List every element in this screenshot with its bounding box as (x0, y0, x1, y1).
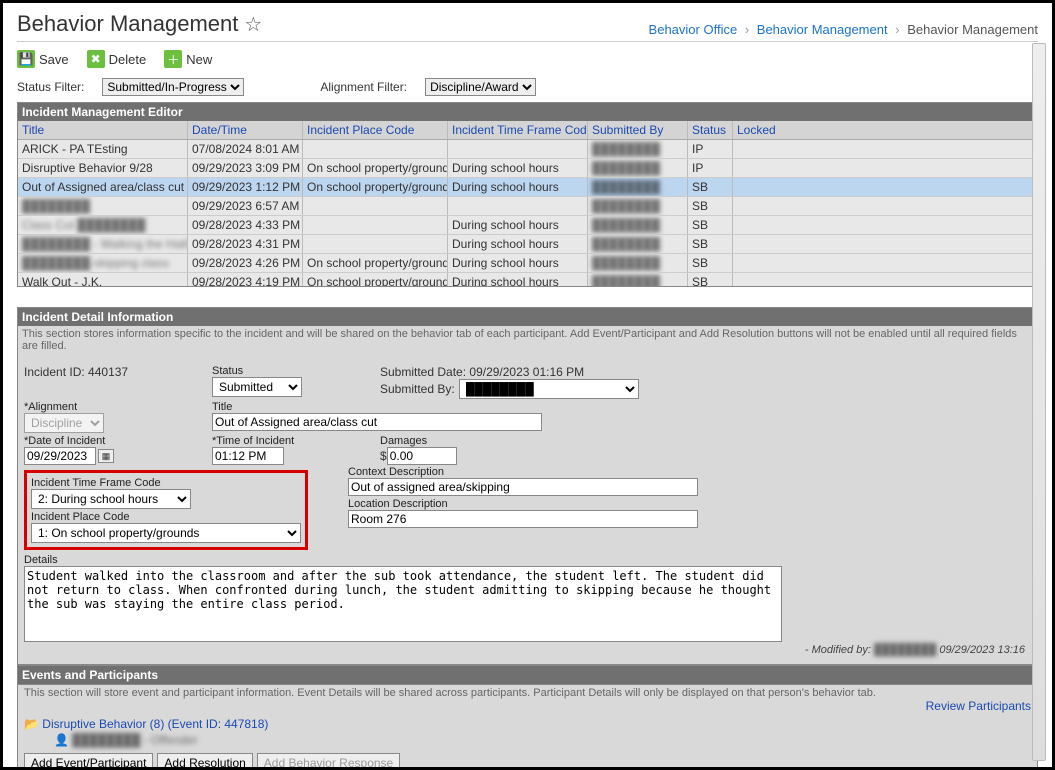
table-row[interactable]: Disruptive Behavior 9/2809/29/2023 3:09 … (18, 159, 1037, 178)
scrollbar[interactable] (1032, 43, 1046, 761)
col-title[interactable]: Title (18, 121, 188, 139)
table-row[interactable]: ████████-skipping class09/28/2023 4:26 P… (18, 254, 1037, 273)
place-code-select[interactable]: 1: On school property/grounds (31, 523, 301, 543)
table-row[interactable]: ████████09/29/2023 6:57 AM████████SB (18, 197, 1037, 216)
col-date[interactable]: Date/Time (188, 121, 303, 139)
col-time[interactable]: Incident Time Frame Code (448, 121, 588, 139)
modified-by-name: ████████ (874, 644, 936, 656)
delete-button[interactable]: ✖ Delete (87, 50, 147, 68)
page-title: Behavior Management (17, 11, 238, 37)
col-submitted-by[interactable]: Submitted By (588, 121, 688, 139)
grid-body[interactable]: ARICK - PA TEsting07/08/2024 8:01 AM████… (18, 140, 1037, 286)
alignment-select: Discipline (24, 413, 104, 433)
time-frame-code-label: Incident Time Frame Code (31, 477, 301, 489)
person-icon: 👤 (54, 733, 69, 747)
table-row[interactable]: Walk Out - J.K.09/28/2023 4:19 PMOn scho… (18, 273, 1037, 286)
submitted-by-select[interactable]: ████████ (459, 379, 639, 399)
save-label: Save (39, 52, 69, 67)
breadcrumb-current: Behavior Management (907, 22, 1038, 37)
submitted-by-label: Submitted By: (380, 382, 455, 396)
location-description-input[interactable] (348, 510, 698, 528)
time-frame-code-select[interactable]: 2: During school hours (31, 489, 191, 509)
details-label: Details (24, 554, 1031, 566)
plus-icon: ＋ (164, 50, 182, 68)
table-row[interactable]: Class Cut ████████09/28/2023 4:33 PMDuri… (18, 216, 1037, 235)
delete-label: Delete (109, 52, 147, 67)
status-filter-select[interactable]: Submitted/In-Progress (102, 78, 244, 96)
damages-input[interactable] (387, 447, 457, 465)
grid-header-title: Incident Management Editor (18, 103, 1037, 121)
alignment-filter-label: Alignment Filter: (320, 80, 407, 94)
context-description-input[interactable] (348, 478, 698, 496)
delete-icon: ✖ (87, 50, 105, 68)
status-label: Status (212, 365, 302, 377)
save-icon: 💾 (17, 50, 35, 68)
details-textarea[interactable] (24, 566, 782, 642)
review-participants-link[interactable]: Review Participants (926, 699, 1031, 713)
alignment-label: *Alignment (24, 401, 194, 413)
chevron-right-icon: › (891, 22, 903, 37)
context-description-label: Context Description (348, 466, 698, 478)
submitted-date-label: Submitted Date: (380, 365, 466, 379)
title-input[interactable] (212, 413, 542, 431)
incident-id-value: 440137 (88, 365, 128, 379)
status-filter-label: Status Filter: (17, 80, 84, 94)
calendar-icon[interactable]: ▦ (98, 449, 114, 463)
folder-icon: 📂 (24, 717, 39, 731)
incident-id-label: Incident ID: (24, 365, 85, 379)
alignment-filter-select[interactable]: Discipline/Award (425, 78, 536, 96)
damages-label: Damages (380, 435, 457, 447)
breadcrumb-link-office[interactable]: Behavior Office (649, 22, 738, 37)
detail-header: Incident Detail Information (17, 307, 1038, 326)
event-link[interactable]: Disruptive Behavior (8) (Event ID: 44781… (42, 717, 268, 731)
events-header: Events and Participants (17, 665, 1038, 685)
favorite-star-icon[interactable]: ☆ (244, 12, 262, 37)
table-row[interactable]: ████████ - Walking the Halls09/28/2023 4… (18, 235, 1037, 254)
submitted-date-value: 09/29/2023 01:16 PM (469, 365, 584, 379)
add-event-participant-button[interactable]: Add Event/Participant (24, 753, 153, 767)
table-row[interactable]: ARICK - PA TEsting07/08/2024 8:01 AM████… (18, 140, 1037, 159)
date-of-incident-label: *Date of Incident (24, 435, 194, 447)
breadcrumb-link-management[interactable]: Behavior Management (757, 22, 888, 37)
time-of-incident-input[interactable] (212, 447, 284, 465)
table-row[interactable]: Out of Assigned area/class cut09/29/2023… (18, 178, 1037, 197)
new-button[interactable]: ＋ New (164, 50, 212, 68)
chevron-right-icon: › (741, 22, 753, 37)
modified-by-prefix: - Modified by: (805, 644, 871, 656)
add-behavior-response-button: Add Behavior Response (257, 753, 400, 767)
title-label: Title (212, 401, 542, 413)
breadcrumb: Behavior Office › Behavior Management › … (649, 22, 1038, 37)
date-of-incident-input[interactable] (24, 447, 96, 465)
new-label: New (186, 52, 212, 67)
participant-name[interactable]: ████████ - Offender (72, 733, 197, 747)
modified-time: 09/29/2023 13:16 (939, 644, 1025, 656)
highlighted-codes-box: Incident Time Frame Code 2: During schoo… (24, 470, 308, 550)
time-of-incident-label: *Time of Incident (212, 435, 362, 447)
col-place[interactable]: Incident Place Code (303, 121, 448, 139)
events-note: This section will store event and partic… (24, 687, 1031, 699)
status-select[interactable]: Submitted (212, 377, 302, 397)
add-resolution-button[interactable]: Add Resolution (157, 753, 252, 767)
col-status[interactable]: Status (688, 121, 733, 139)
location-description-label: Location Description (348, 498, 698, 510)
col-locked[interactable]: Locked (733, 121, 788, 139)
save-button[interactable]: 💾 Save (17, 50, 69, 68)
detail-note: This section stores information specific… (17, 326, 1038, 360)
place-code-label: Incident Place Code (31, 511, 301, 523)
